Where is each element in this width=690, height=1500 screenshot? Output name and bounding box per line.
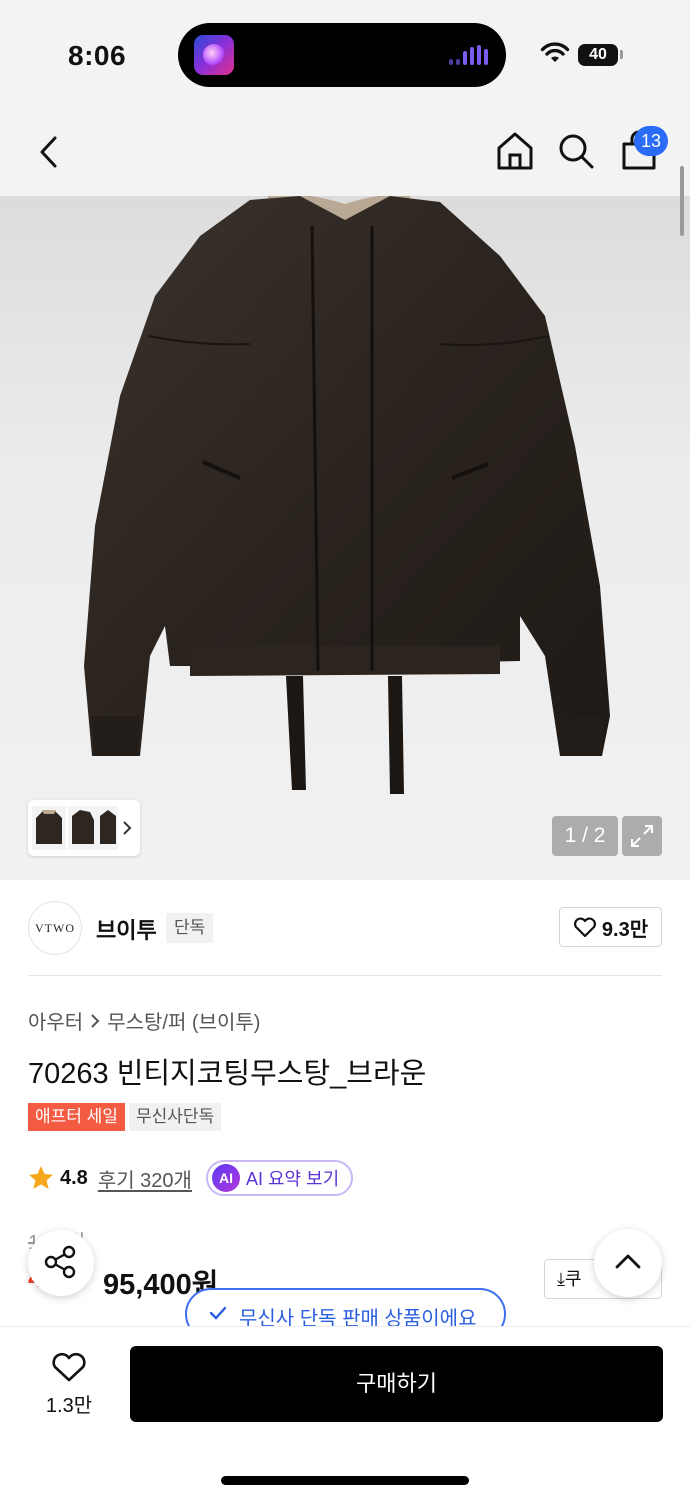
top-nav: [0, 110, 690, 196]
brand-like-button[interactable]: 9.3만: [559, 907, 662, 947]
ai-summary-label: AI 요약 보기: [245, 1169, 340, 1189]
exclusive-badge: 무신사단독: [128, 1103, 222, 1131]
search-icon[interactable]: [556, 130, 596, 172]
brand-logo[interactable]: VTWO: [28, 901, 82, 955]
ai-icon: AI: [211, 1164, 240, 1192]
rating-row: 4.8 후기 320개 AI AI 요약 보기: [28, 1160, 354, 1196]
check-icon: [209, 1306, 227, 1320]
breadcrumb: 아우터 무스탕/퍼 (브이투): [28, 1006, 260, 1035]
star-icon: [29, 1166, 53, 1189]
section-divider: [28, 975, 662, 976]
breadcrumb-subcategory[interactable]: 무스탕/퍼 (브이투): [107, 1006, 260, 1035]
sale-badge: 애프터 세일: [28, 1103, 125, 1131]
thumbnail-images: [32, 806, 132, 850]
battery-nub: [620, 50, 623, 59]
coupon-label: 쿠: [564, 1269, 582, 1289]
review-count-link[interactable]: 후기 320개: [98, 1164, 192, 1193]
back-icon[interactable]: [30, 130, 70, 174]
home-indicator: [221, 1476, 469, 1485]
product-title: 70263 빈티지코팅무스탕_브라운: [28, 1058, 427, 1090]
buy-button[interactable]: 구매하기: [130, 1346, 663, 1422]
home-icon[interactable]: [494, 128, 536, 174]
rating-score: 4.8: [60, 1166, 88, 1189]
brand-name[interactable]: 브이투: [96, 913, 157, 945]
download-icon: ⤓: [557, 1269, 565, 1289]
share-icon: [44, 1245, 76, 1279]
wifi-icon: [540, 42, 570, 62]
brand-like-count: 9.3만: [601, 918, 649, 941]
scrollbar[interactable]: [680, 166, 684, 236]
status-time: 8:06: [68, 40, 127, 71]
audio-bars-icon: [449, 45, 488, 65]
expand-icon[interactable]: [622, 816, 662, 856]
heart-icon: [52, 1352, 86, 1382]
chevron-right-icon: [91, 1013, 100, 1028]
scroll-to-top-button[interactable]: [594, 1229, 662, 1297]
image-page-counter: 1 / 2: [552, 816, 618, 856]
breadcrumb-category[interactable]: 아우터: [28, 1006, 83, 1035]
app-icon: [194, 35, 234, 75]
product-like-count: 1.3만: [45, 1395, 93, 1417]
chevron-up-icon: [615, 1254, 641, 1269]
product-photo-jacket: [84, 196, 610, 794]
brand-exclusive-tag: 단독: [166, 913, 214, 943]
product-like-button[interactable]: 1.3만: [38, 1349, 100, 1419]
cart-count-badge: 13: [634, 126, 668, 156]
ai-summary-button[interactable]: AI AI 요약 보기: [205, 1160, 354, 1196]
status-bar: 8:06 40: [0, 0, 690, 110]
product-image-gallery[interactable]: 1 / 2: [0, 196, 690, 880]
thumbnail-strip[interactable]: [28, 800, 140, 856]
bottom-action-bar: 1.3만 구매하기: [0, 1326, 690, 1500]
heart-icon: [573, 917, 596, 938]
dynamic-island: [178, 23, 506, 87]
share-button[interactable]: [28, 1230, 94, 1296]
product-badges: 애프터 세일 무신사단독: [28, 1103, 222, 1131]
battery-indicator: 40: [578, 44, 618, 66]
